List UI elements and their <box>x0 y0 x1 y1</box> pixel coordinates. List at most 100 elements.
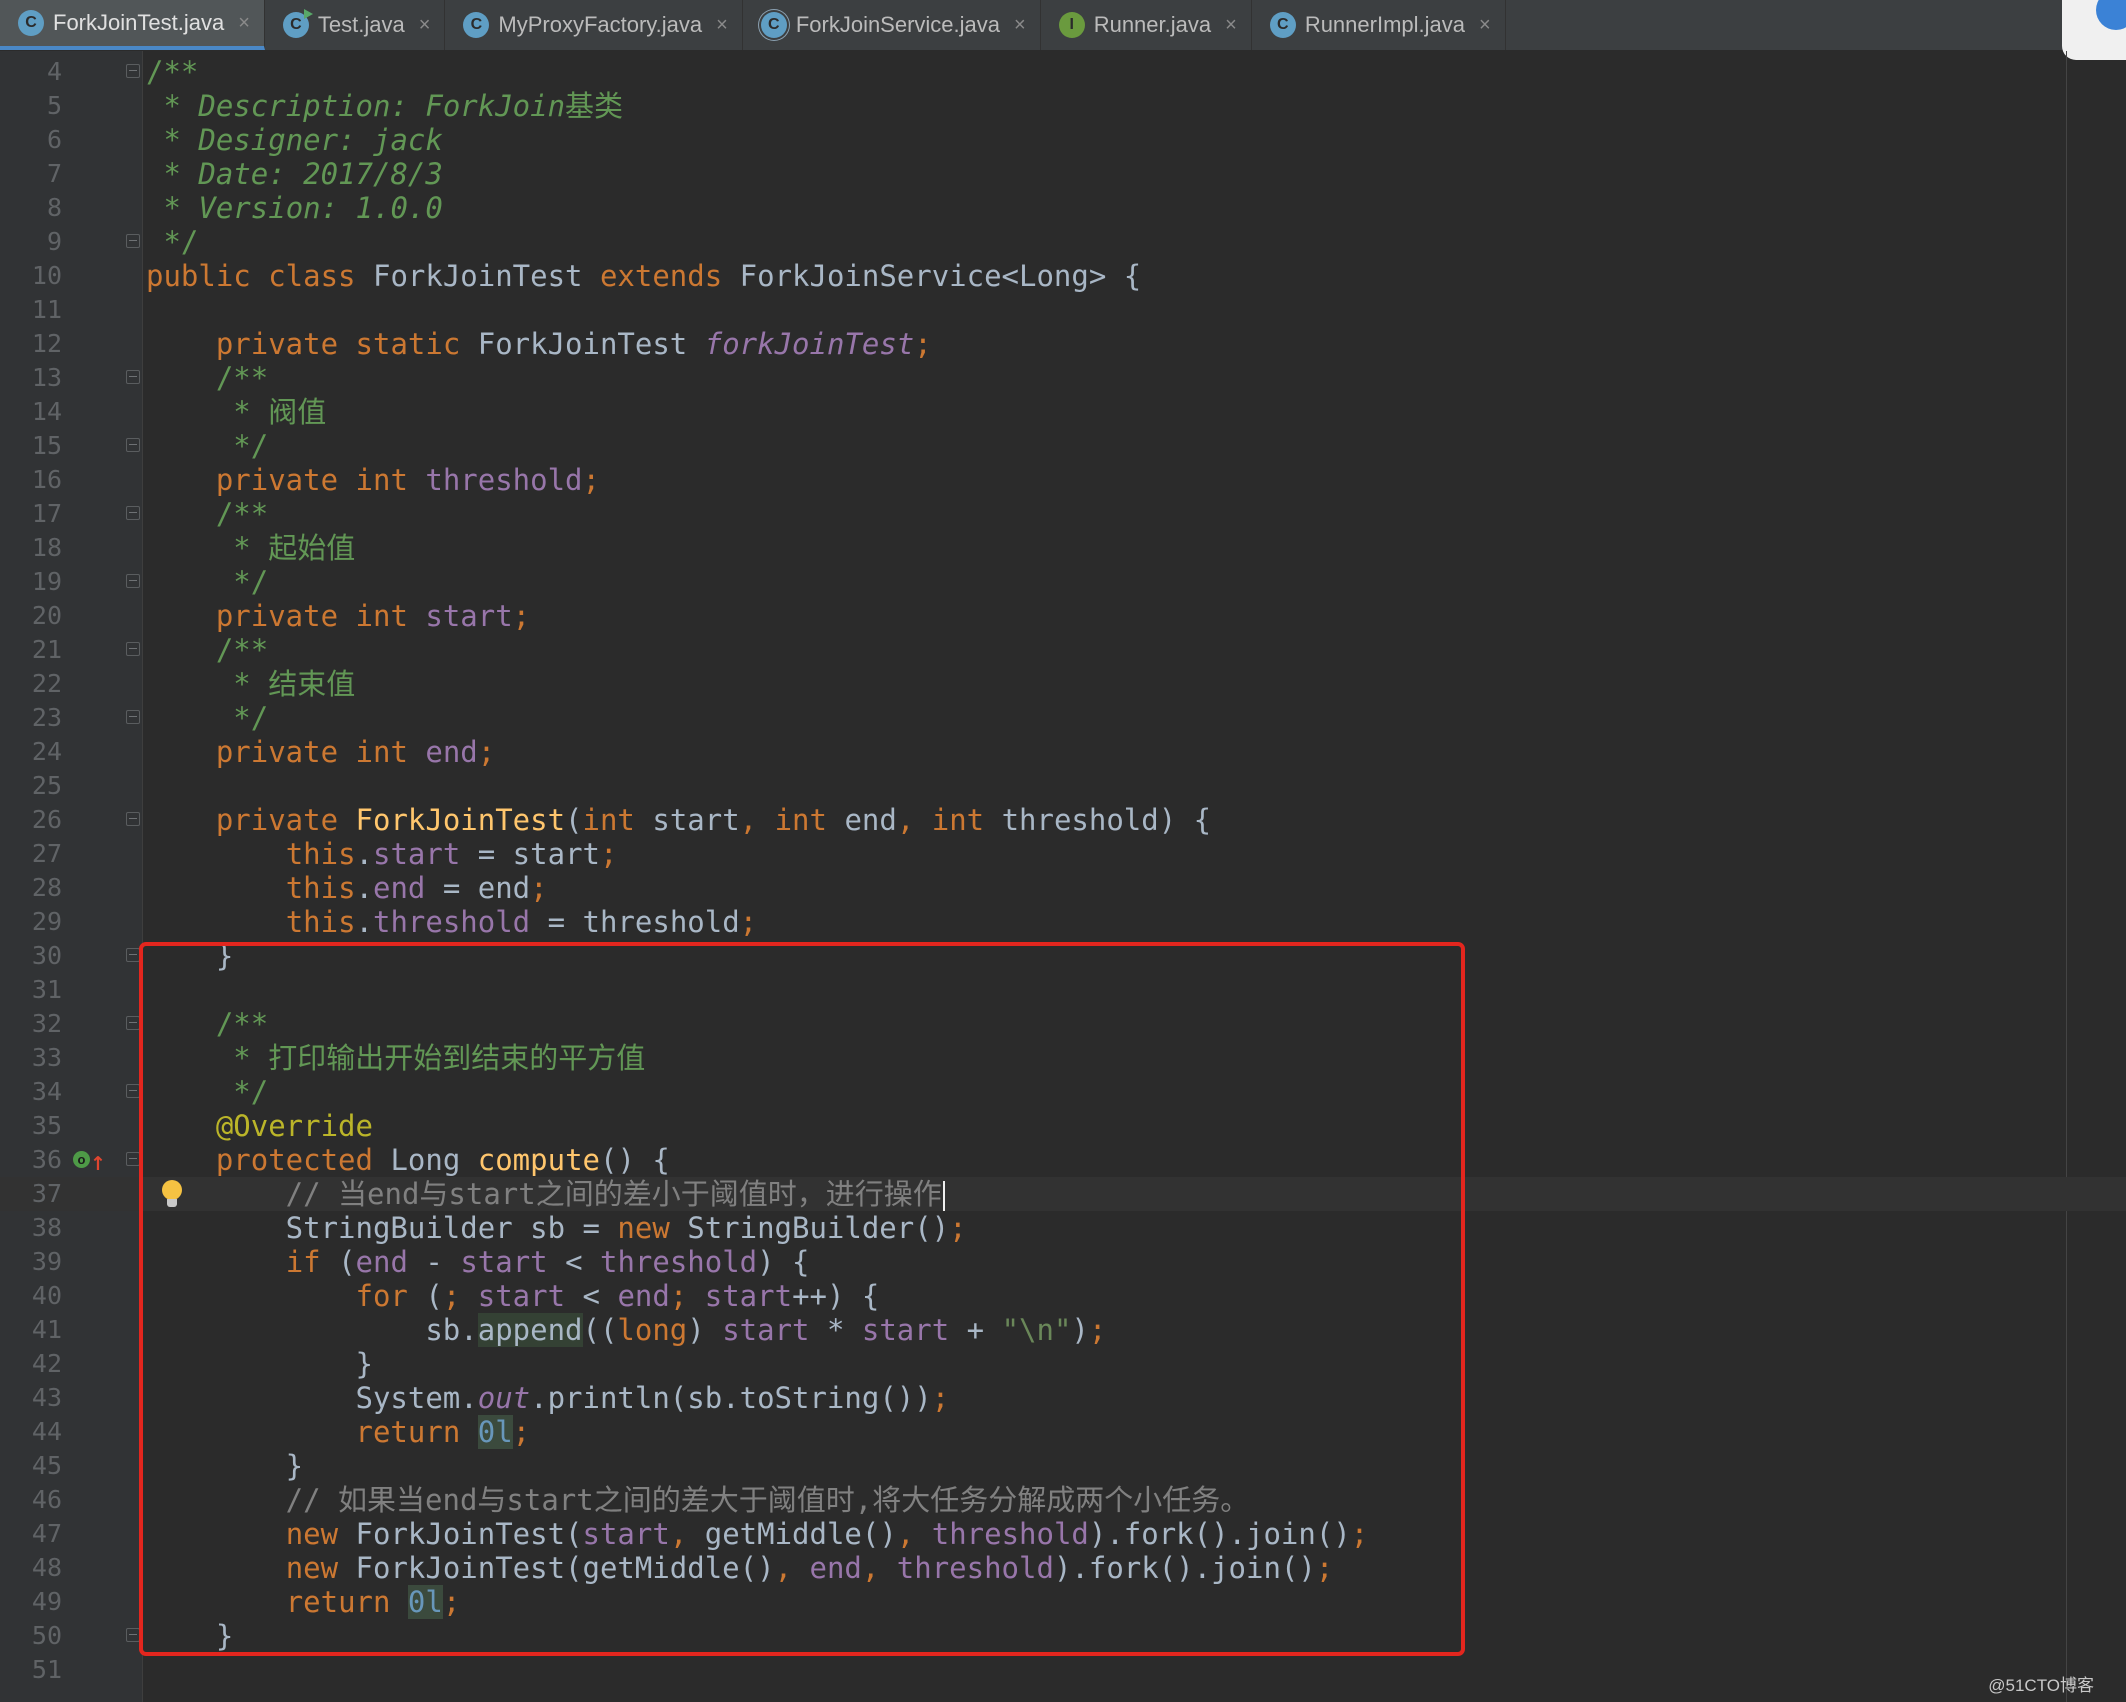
code-line[interactable]: 35 @Override <box>0 1109 2126 1143</box>
code-line[interactable]: 29 this.threshold = threshold; <box>0 905 2126 939</box>
code-line[interactable]: 19 */ <box>0 565 2126 599</box>
code-token: private int <box>215 735 426 769</box>
code-line[interactable]: 26 private ForkJoinTest(int start, int e… <box>0 803 2126 837</box>
code-line[interactable]: 22 * 结束值 <box>0 667 2126 701</box>
code-line[interactable]: 46 // 如果当end与start之间的差大于阈值时,将大任务分解成两个小任务… <box>0 1483 2126 1517</box>
override-arrow-icon[interactable]: ↑ <box>90 1147 106 1181</box>
fold-marker-icon[interactable] <box>126 642 140 656</box>
code-token: if <box>285 1245 339 1279</box>
code-line[interactable]: 5 * Description: ForkJoin基类 <box>0 89 2126 123</box>
code-line[interactable]: 13 /** <box>0 361 2126 395</box>
code-token: ; <box>739 905 758 939</box>
code-line[interactable]: 43 System.out.println(sb.toString()); <box>0 1381 2126 1415</box>
code-editor[interactable]: 4/** 5 * Description: ForkJoin基类 6 * Desig… <box>0 51 2126 1702</box>
tab-close-icon[interactable]: × <box>238 12 250 35</box>
code-line[interactable]: 44 return 0l; <box>0 1415 2126 1449</box>
code-line[interactable]: 7 * Date: 2017/8/3 <box>0 157 2126 191</box>
tab-forkjoinservice-java[interactable]: C ForkJoinService.java × <box>743 0 1041 50</box>
tab-close-icon[interactable]: × <box>1225 14 1237 37</box>
code-line[interactable]: 32 /** <box>0 1007 2126 1041</box>
code-line[interactable]: 27 this.start = start; <box>0 837 2126 871</box>
code-line[interactable]: 49 return 0l; <box>0 1585 2126 1619</box>
code-line[interactable]: 36 o ↑ protected Long compute() { <box>0 1143 2126 1177</box>
tab-close-icon[interactable]: × <box>419 14 431 37</box>
fold-marker-icon[interactable] <box>126 64 140 78</box>
code-token: new <box>617 1211 688 1245</box>
code-line[interactable]: 47 new ForkJoinTest(start, getMiddle(), … <box>0 1517 2126 1551</box>
code-text: this.end = end; <box>146 871 548 905</box>
code-line[interactable]: 14 * 阀值 <box>0 395 2126 429</box>
tab-close-icon[interactable]: × <box>1014 14 1026 37</box>
code-token: return <box>355 1415 478 1449</box>
code-line[interactable]: 23 */ <box>0 701 2126 735</box>
code-lines[interactable]: 4/** 5 * Description: ForkJoin基类 6 * Desig… <box>0 55 2126 1687</box>
fold-marker-icon[interactable] <box>126 948 140 962</box>
code-line[interactable]: 20 private int start; <box>0 599 2126 633</box>
tab-label: RunnerImpl.java <box>1304 12 1465 37</box>
line-number: 19 <box>31 567 62 596</box>
code-line[interactable]: 16 private int threshold; <box>0 463 2126 497</box>
interface-icon: I <box>1058 12 1085 38</box>
fold-marker-icon[interactable] <box>126 710 140 724</box>
code-text: * Version: 1.0.0 <box>146 191 442 225</box>
code-line[interactable]: 4 /** <box>0 55 2126 89</box>
code-line[interactable]: 45 } <box>0 1449 2126 1483</box>
fold-marker-icon[interactable] <box>126 506 140 520</box>
line-number: 31 <box>31 975 62 1004</box>
fold-marker-icon[interactable] <box>126 438 140 452</box>
fold-marker-icon[interactable] <box>126 1016 140 1030</box>
code-line[interactable]: 28 this.end = end; <box>0 871 2126 905</box>
fold-marker-icon[interactable] <box>126 574 140 588</box>
code-line[interactable]: 30 } <box>0 939 2126 973</box>
tab-test-java[interactable]: C Test.java × <box>265 0 446 50</box>
code-line[interactable]: 8 * Version: 1.0.0 <box>0 191 2126 225</box>
code-line[interactable]: 48 new ForkJoinTest(getMiddle(), end, th… <box>0 1551 2126 1585</box>
code-line[interactable]: 38 StringBuilder sb = new StringBuilder(… <box>0 1211 2126 1245</box>
code-token: */ <box>146 429 269 463</box>
fold-marker-icon[interactable] <box>126 234 140 248</box>
code-line[interactable]: 17 /** <box>0 497 2126 531</box>
code-token: */ <box>146 1075 269 1109</box>
code-line[interactable]: 40 for (; start < end; start++) { <box>0 1279 2126 1313</box>
code-line[interactable]: 6 * Designer: jack <box>0 123 2126 157</box>
code-line[interactable]: 18 * 起始值 <box>0 531 2126 565</box>
fold-marker-icon[interactable] <box>126 1084 140 1098</box>
code-token: start <box>425 599 513 633</box>
code-line[interactable]: 39 if (end - start < threshold) { <box>0 1245 2126 1279</box>
fold-marker-icon[interactable] <box>126 370 140 384</box>
code-line[interactable]: 24 private int end; <box>0 735 2126 769</box>
fold-marker-icon[interactable] <box>126 1628 140 1642</box>
code-line[interactable]: 31 <box>0 973 2126 1007</box>
code-line[interactable]: 33 * 打印输出开始到结束的平方值 <box>0 1041 2126 1075</box>
code-line[interactable]: 42 } <box>0 1347 2126 1381</box>
code-text: */ <box>146 701 268 735</box>
code-line[interactable]: 9 */ <box>0 225 2126 259</box>
code-line[interactable]: 34 */ <box>0 1075 2126 1109</box>
tab-forkjointest-java[interactable]: C ForkJoinTest.java × <box>0 0 265 50</box>
tab-close-icon[interactable]: × <box>716 14 728 37</box>
code-text: * Date: 2017/8/3 <box>146 157 442 191</box>
code-line[interactable]: 15 */ <box>0 429 2126 463</box>
fold-marker-icon[interactable] <box>126 1152 140 1166</box>
code-line[interactable]: 10 public class ForkJoinTest extends Fork… <box>0 259 2126 293</box>
fold-marker-icon[interactable] <box>126 812 140 826</box>
code-line[interactable]: 21 /** <box>0 633 2126 667</box>
tab-close-icon[interactable]: × <box>1479 14 1491 37</box>
tab-runnerimpl-java[interactable]: C RunnerImpl.java × <box>1252 0 1506 50</box>
tab-myproxyfactory-java[interactable]: C MyProxyFactory.java × <box>445 0 743 50</box>
code-line[interactable]: 12 private static ForkJoinTest forkJoinT… <box>0 327 2126 361</box>
code-line[interactable]: 41 sb.append((long) start * start + "\n"… <box>0 1313 2126 1347</box>
code-line[interactable]: 37 // 当end与start之间的差小于阈值时，进行操作 <box>0 1177 2126 1211</box>
code-line[interactable]: 50 } <box>0 1619 2126 1653</box>
code-line[interactable]: 51 <box>0 1653 2126 1687</box>
code-token: /** <box>146 633 269 667</box>
tab-runner-java[interactable]: I Runner.java × <box>1041 0 1252 50</box>
override-method-icon[interactable]: o <box>73 1151 90 1168</box>
code-token: sb. <box>146 1313 478 1347</box>
code-line[interactable]: 25 <box>0 769 2126 803</box>
code-line[interactable]: 11 <box>0 293 2126 327</box>
